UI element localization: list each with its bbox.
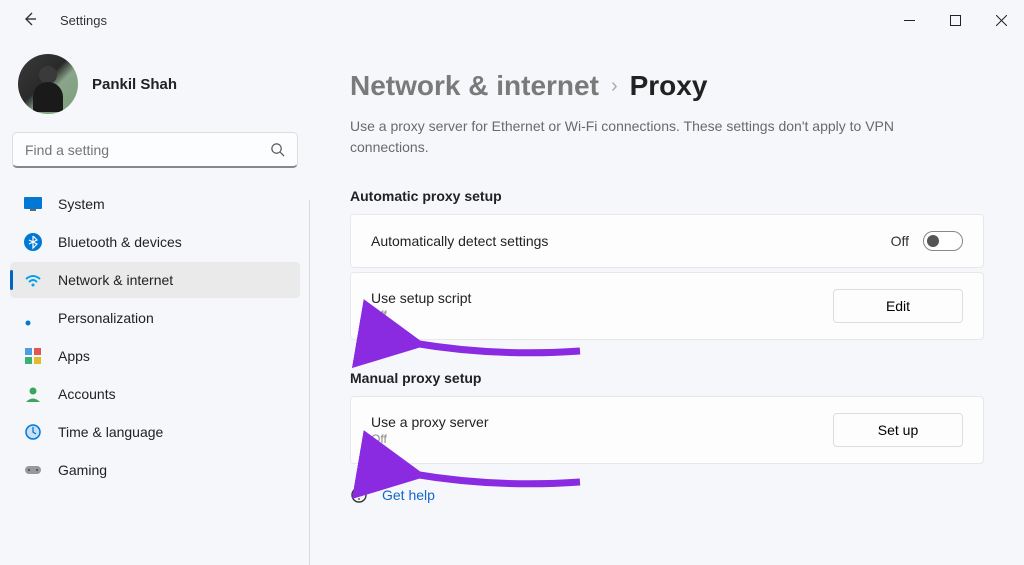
- sidebar-item-accounts[interactable]: Accounts: [10, 376, 300, 412]
- get-help-link[interactable]: Get help: [350, 486, 984, 504]
- sidebar-item-label: Personalization: [58, 310, 154, 326]
- close-icon: [996, 15, 1007, 26]
- back-button[interactable]: [18, 7, 42, 34]
- card-label: Automatically detect settings: [371, 233, 548, 249]
- card-label: Use setup script: [371, 290, 471, 306]
- maximize-button[interactable]: [932, 4, 978, 36]
- arrow-left-icon: [22, 11, 38, 27]
- main-content: Network & internet › Proxy Use a proxy s…: [310, 40, 1024, 565]
- toggle-auto-detect[interactable]: [923, 231, 963, 251]
- bluetooth-icon: [24, 233, 42, 251]
- sidebar: Pankil Shah System Bluetooth & devices N…: [0, 40, 310, 565]
- sidebar-item-gaming[interactable]: Gaming: [10, 452, 300, 488]
- chevron-right-icon: ›: [611, 75, 618, 98]
- person-icon: [24, 385, 42, 403]
- apps-icon: [24, 347, 42, 365]
- sidebar-item-label: Bluetooth & devices: [58, 234, 182, 250]
- search-icon: [270, 142, 285, 157]
- toggle-state-text: Off: [891, 233, 909, 249]
- breadcrumb: Network & internet › Proxy: [350, 70, 984, 102]
- wifi-icon: [24, 271, 42, 289]
- titlebar: Settings: [0, 0, 1024, 40]
- clock-globe-icon: [24, 423, 42, 441]
- sidebar-item-label: Network & internet: [58, 272, 173, 288]
- card-setup-script: Use setup script Off Edit: [350, 272, 984, 340]
- maximize-icon: [950, 15, 961, 26]
- sidebar-item-bluetooth[interactable]: Bluetooth & devices: [10, 224, 300, 260]
- card-auto-detect: Automatically detect settings Off: [350, 214, 984, 268]
- help-label: Get help: [382, 487, 435, 503]
- page-subtitle: Use a proxy server for Ethernet or Wi-Fi…: [350, 116, 910, 158]
- setup-button[interactable]: Set up: [833, 413, 963, 447]
- avatar: [18, 54, 78, 114]
- sidebar-item-system[interactable]: System: [10, 186, 300, 222]
- sidebar-item-label: Time & language: [58, 424, 163, 440]
- nav: System Bluetooth & devices Network & int…: [10, 186, 300, 488]
- sidebar-item-label: Apps: [58, 348, 90, 364]
- sidebar-item-network[interactable]: Network & internet: [10, 262, 300, 298]
- breadcrumb-parent[interactable]: Network & internet: [350, 70, 599, 102]
- sidebar-item-label: System: [58, 196, 105, 212]
- minimize-button[interactable]: [886, 4, 932, 36]
- sidebar-item-personalization[interactable]: Personalization: [10, 300, 300, 336]
- help-icon: [350, 486, 368, 504]
- brush-icon: [24, 309, 42, 327]
- search-input[interactable]: [25, 142, 270, 158]
- card-proxy-server: Use a proxy server Off Set up: [350, 396, 984, 464]
- section-title-manual: Manual proxy setup: [350, 370, 984, 386]
- sidebar-item-label: Gaming: [58, 462, 107, 478]
- search-box[interactable]: [12, 132, 298, 168]
- edit-button[interactable]: Edit: [833, 289, 963, 323]
- gamepad-icon: [24, 461, 42, 479]
- profile[interactable]: Pankil Shah: [10, 50, 300, 132]
- system-icon: [24, 195, 42, 213]
- app-title: Settings: [60, 13, 107, 28]
- card-state: Off: [371, 308, 471, 322]
- sidebar-item-apps[interactable]: Apps: [10, 338, 300, 374]
- card-label: Use a proxy server: [371, 414, 488, 430]
- username: Pankil Shah: [92, 76, 177, 93]
- window-controls: [886, 4, 1024, 36]
- section-title-auto: Automatic proxy setup: [350, 188, 984, 204]
- close-button[interactable]: [978, 4, 1024, 36]
- sidebar-item-time[interactable]: Time & language: [10, 414, 300, 450]
- card-state: Off: [371, 432, 488, 446]
- page-title: Proxy: [630, 70, 708, 102]
- sidebar-item-label: Accounts: [58, 386, 116, 402]
- minimize-icon: [904, 15, 915, 26]
